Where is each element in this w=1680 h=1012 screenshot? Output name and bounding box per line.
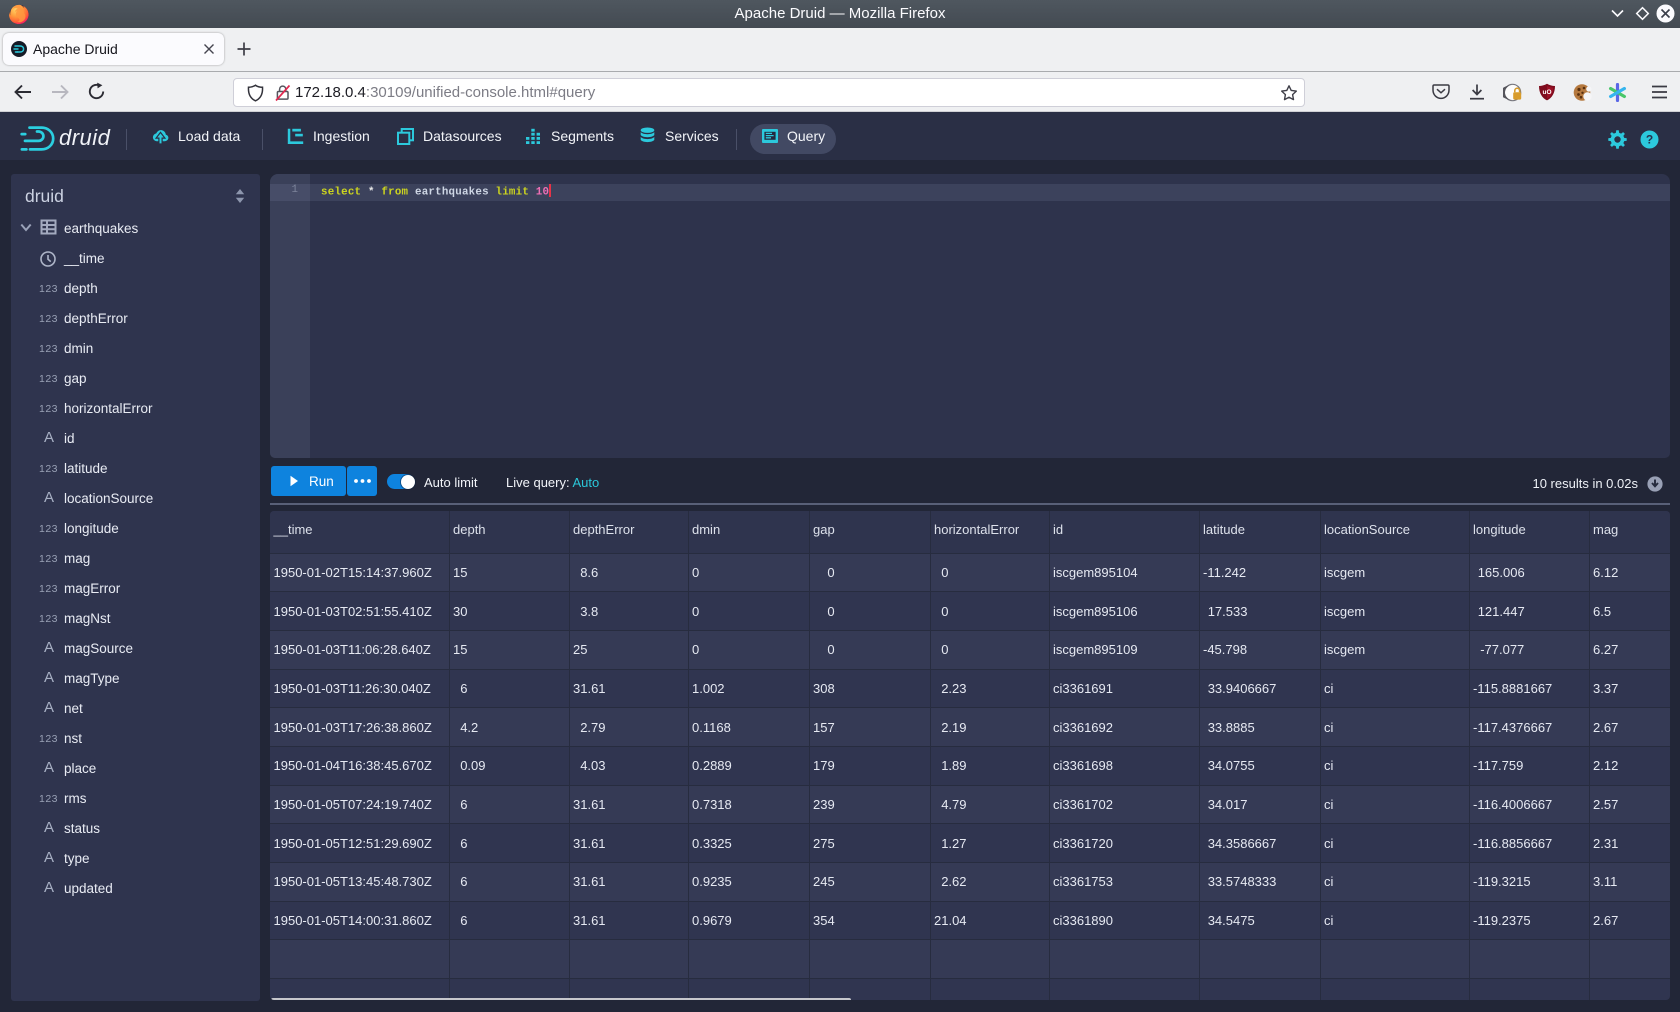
svg-text:?: ? — [1646, 133, 1653, 147]
svg-text:uO: uO — [1542, 89, 1551, 96]
